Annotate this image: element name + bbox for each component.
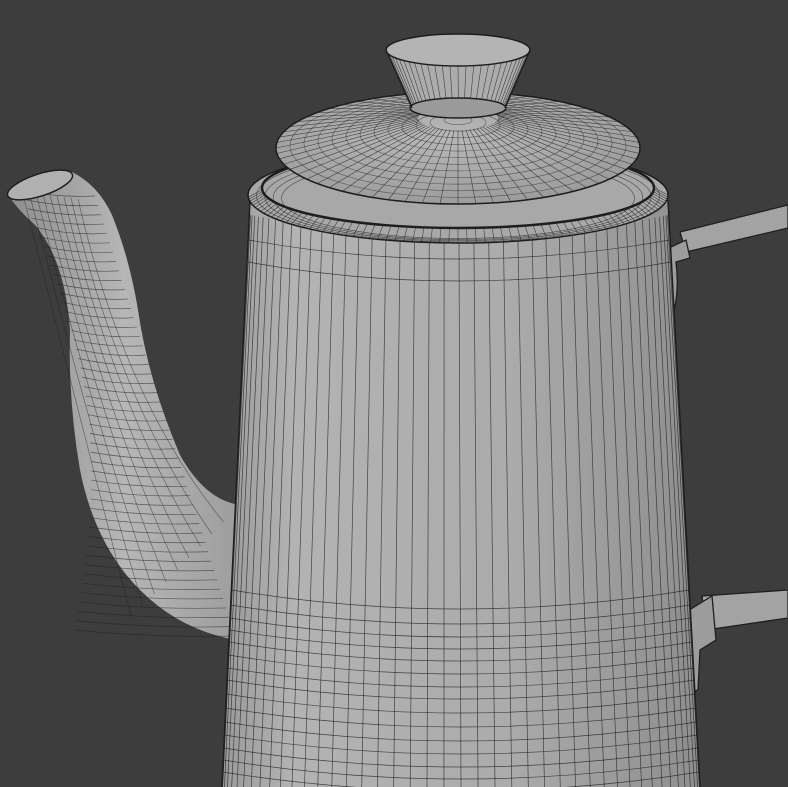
teapot-wireframe-render xyxy=(0,0,788,787)
3d-viewport xyxy=(0,0,788,787)
teapot-body xyxy=(221,199,701,787)
